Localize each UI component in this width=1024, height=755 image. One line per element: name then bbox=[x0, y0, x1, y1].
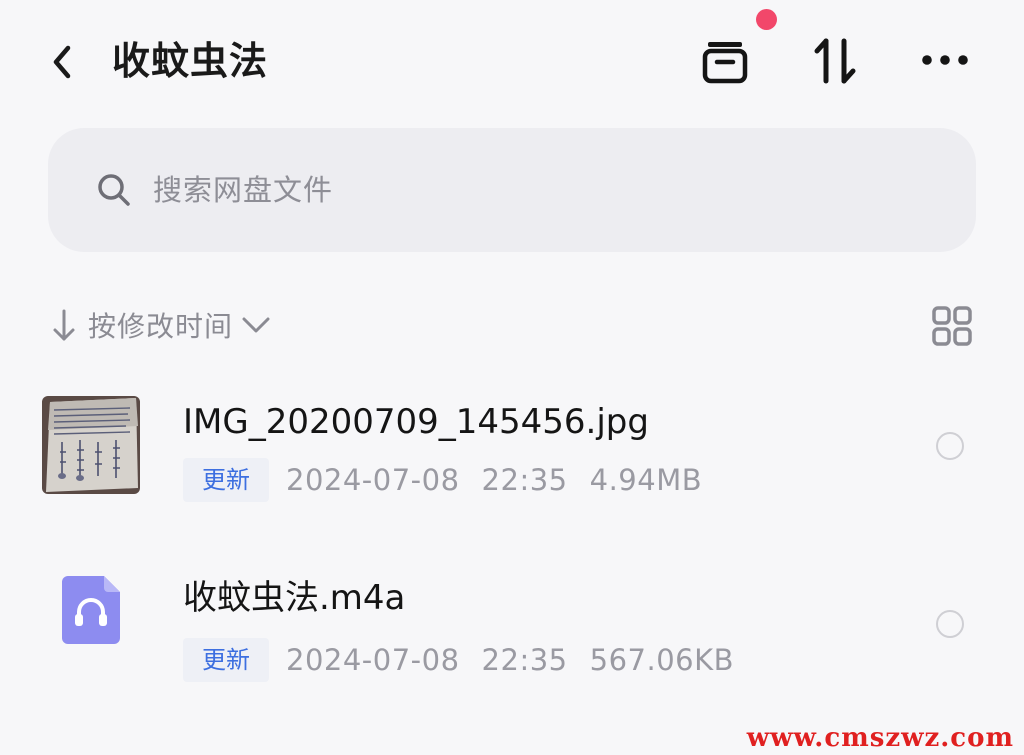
file-meta: 2024-07-08 22:35 567.06KB bbox=[286, 638, 756, 682]
file-size: 567.06KB bbox=[589, 643, 735, 677]
back-button[interactable] bbox=[38, 38, 86, 86]
sort-toggle-button[interactable] bbox=[805, 30, 865, 90]
audio-file-icon bbox=[62, 576, 120, 644]
file-time: 22:35 bbox=[481, 643, 568, 677]
page-title: 收蚊虫法 bbox=[112, 39, 269, 83]
search-icon bbox=[98, 174, 130, 206]
update-badge: 更新 bbox=[183, 638, 269, 682]
notification-dot bbox=[756, 9, 777, 30]
watermark: www.cmszwz.com bbox=[746, 723, 1014, 753]
chevron-down-icon bbox=[242, 317, 270, 333]
file-row-image[interactable]: IMG_20200709_145456.jpg 更新 2024-07-08 22:… bbox=[0, 376, 1024, 526]
more-options-button[interactable] bbox=[915, 30, 975, 90]
sort-label: 按修改时间 bbox=[88, 310, 234, 343]
chevron-left-icon bbox=[53, 45, 71, 79]
sort-arrows-icon bbox=[814, 38, 856, 84]
file-date: 2024-07-08 bbox=[286, 463, 460, 497]
file-meta: 2024-07-08 22:35 4.94MB bbox=[286, 458, 724, 502]
grid-view-icon bbox=[932, 306, 972, 346]
search-placeholder: 搜索网盘文件 bbox=[153, 173, 334, 207]
ellipsis-icon bbox=[922, 55, 968, 65]
select-radio[interactable] bbox=[936, 610, 964, 638]
file-size: 4.94MB bbox=[589, 463, 703, 497]
image-thumbnail bbox=[42, 396, 140, 494]
update-badge: 更新 bbox=[183, 458, 269, 502]
file-time: 22:35 bbox=[481, 463, 568, 497]
arrow-down-icon bbox=[53, 309, 75, 341]
file-name: IMG_20200709_145456.jpg bbox=[183, 402, 649, 442]
grid-view-button[interactable] bbox=[930, 304, 974, 348]
sort-dropdown[interactable]: 按修改时间 bbox=[50, 300, 271, 350]
file-row-audio[interactable]: 收蚊虫法.m4a 更新 2024-07-08 22:35 567.06KB bbox=[0, 556, 1024, 706]
file-name: 收蚊虫法.m4a bbox=[183, 578, 406, 618]
archive-box-icon bbox=[702, 42, 748, 84]
header-bar: 收蚊虫法 bbox=[0, 0, 1024, 120]
select-radio[interactable] bbox=[936, 432, 964, 460]
search-input[interactable]: 搜索网盘文件 bbox=[48, 128, 976, 252]
file-date: 2024-07-08 bbox=[286, 643, 460, 677]
archive-button[interactable] bbox=[695, 30, 755, 90]
